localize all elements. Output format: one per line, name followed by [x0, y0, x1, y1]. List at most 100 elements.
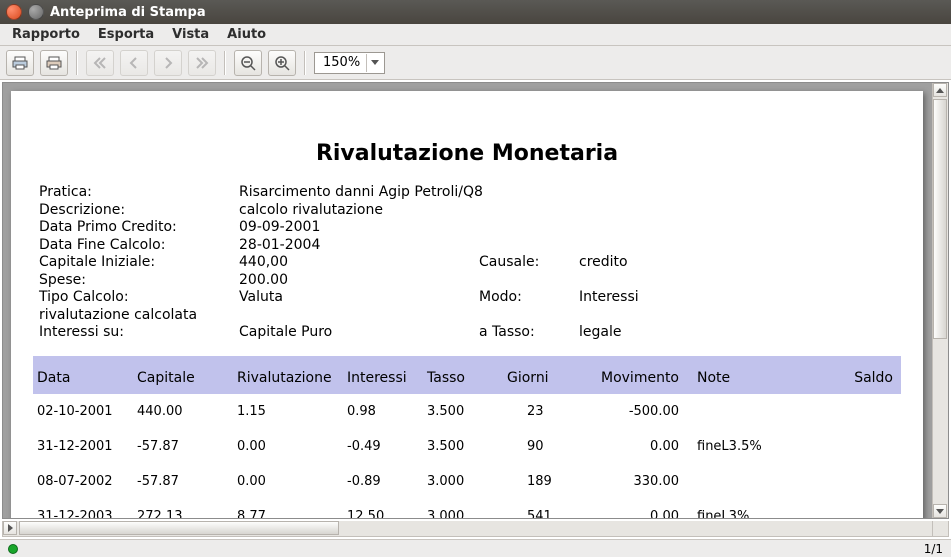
col-header: Data — [37, 370, 137, 386]
scroll-right-button[interactable] — [3, 521, 17, 535]
meta-value: credito — [579, 254, 729, 272]
cell: 3.000 — [427, 509, 507, 519]
chevron-down-icon — [366, 54, 382, 72]
meta-value: 200.00 — [239, 272, 729, 290]
cell: 08-07-2002 — [37, 474, 137, 489]
titlebar: Anteprima di Stampa — [0, 0, 951, 24]
meta-value: 09-09-2001 — [239, 219, 729, 237]
close-window-button[interactable] — [6, 4, 22, 20]
meta-label: Capitale Iniziale: — [39, 254, 239, 272]
minimize-window-button[interactable] — [28, 4, 44, 20]
zoom-in-button[interactable] — [268, 50, 296, 76]
table-row: 31-12-2003272.138.7712.503.0005410.00fin… — [33, 499, 901, 519]
scroll-down-button[interactable] — [933, 504, 947, 518]
cell — [817, 474, 897, 489]
scroll-thumb[interactable] — [933, 99, 947, 339]
scroll-up-button[interactable] — [933, 83, 947, 97]
cell: 3.000 — [427, 474, 507, 489]
table-row: 08-07-2002-57.870.00-0.893.000189330.00 — [33, 464, 901, 499]
horizontal-scrollbar[interactable] — [3, 521, 932, 536]
toolbar-separator — [304, 51, 306, 75]
preview-area: Rivalutazione Monetaria Pratica: Risarci… — [2, 82, 949, 519]
col-header: Giorni — [507, 370, 597, 386]
meta-label: Causale: — [479, 254, 579, 272]
meta-label: Interessi su: — [39, 324, 239, 342]
col-header: Note — [697, 370, 817, 386]
cell: 541 — [507, 509, 597, 519]
meta-value: legale — [579, 324, 729, 342]
meta-label: a Tasso: — [479, 324, 579, 342]
meta-label: Pratica: — [39, 184, 239, 202]
cell: 31-12-2001 — [37, 439, 137, 454]
cell — [697, 474, 817, 489]
cell: 189 — [507, 474, 597, 489]
menu-vista[interactable]: Vista — [164, 25, 217, 44]
menubar: Rapporto Esporta Vista Aiuto — [0, 24, 951, 46]
menu-rapporto[interactable]: Rapporto — [4, 25, 88, 44]
cell: -0.49 — [347, 439, 427, 454]
meta-label: Data Fine Calcolo: — [39, 237, 239, 255]
cell: 440.00 — [137, 404, 237, 419]
cell: 3.500 — [427, 404, 507, 419]
meta-value: calcolo rivalutazione — [239, 202, 729, 220]
menu-esporta[interactable]: Esporta — [90, 25, 162, 44]
menu-aiuto[interactable]: Aiuto — [219, 25, 274, 44]
cell: 23 — [507, 404, 597, 419]
vertical-scrollbar[interactable] — [932, 83, 948, 518]
prev-page-button[interactable] — [120, 50, 148, 76]
cell — [817, 404, 897, 419]
page-counter: 1/1 — [924, 542, 943, 556]
cell: 272.13 — [137, 509, 237, 519]
print-setup-button[interactable] — [40, 50, 68, 76]
cell: fineL3.5% — [697, 439, 817, 454]
col-header: Saldo — [817, 370, 897, 386]
cell: -0.89 — [347, 474, 427, 489]
cell: 0.00 — [597, 439, 697, 454]
first-page-button[interactable] — [86, 50, 114, 76]
table-row: 02-10-2001440.001.150.983.50023-500.00 — [33, 394, 901, 429]
cell — [817, 509, 897, 519]
zoom-combobox[interactable]: 150% — [314, 52, 385, 74]
meta-value: Interessi — [579, 289, 729, 307]
next-page-button[interactable] — [154, 50, 182, 76]
cell: 1.15 — [237, 404, 347, 419]
cell: -500.00 — [597, 404, 697, 419]
col-header: Interessi — [347, 370, 427, 386]
meta-label: Data Primo Credito: — [39, 219, 239, 237]
print-button[interactable] — [6, 50, 34, 76]
page: Rivalutazione Monetaria Pratica: Risarci… — [11, 91, 923, 518]
cell: 90 — [507, 439, 597, 454]
toolbar-separator — [76, 51, 78, 75]
cell: 0.00 — [237, 474, 347, 489]
cell: -57.87 — [137, 474, 237, 489]
cell: fineL3% — [697, 509, 817, 519]
table-row: 31-12-2001-57.870.00-0.493.500900.00fine… — [33, 429, 901, 464]
cell — [817, 439, 897, 454]
table-body: 02-10-2001440.001.150.983.50023-500.0031… — [33, 394, 901, 519]
cell: 0.00 — [237, 439, 347, 454]
cell: -57.87 — [137, 439, 237, 454]
col-header: Rivalutazione — [237, 370, 347, 386]
last-page-button[interactable] — [188, 50, 216, 76]
zoom-value: 150% — [323, 55, 360, 70]
col-header: Movimento — [597, 370, 697, 386]
zoom-out-button[interactable] — [234, 50, 262, 76]
cell: 0.00 — [597, 509, 697, 519]
toolbar-separator — [224, 51, 226, 75]
document-title: Rivalutazione Monetaria — [33, 141, 901, 166]
cell: 8.77 — [237, 509, 347, 519]
table-header: Data Capitale Rivalutazione Interessi Ta… — [33, 356, 901, 394]
scroll-thumb[interactable] — [19, 521, 339, 535]
status-indicator-icon — [8, 544, 18, 554]
meta-value: Valuta — [239, 289, 479, 307]
viewport[interactable]: Rivalutazione Monetaria Pratica: Risarci… — [3, 83, 932, 518]
meta-label: Modo: — [479, 289, 579, 307]
meta-value: Capitale Puro — [239, 324, 479, 342]
meta-value: 440,00 — [239, 254, 479, 272]
meta-value: 28-01-2004 — [239, 237, 729, 255]
cell: 12.50 — [347, 509, 427, 519]
meta-value: Risarcimento danni Agip Petroli/Q8 — [239, 184, 729, 202]
meta-label: Spese: — [39, 272, 239, 290]
col-header: Tasso — [427, 370, 507, 386]
scroll-corner — [932, 521, 948, 536]
